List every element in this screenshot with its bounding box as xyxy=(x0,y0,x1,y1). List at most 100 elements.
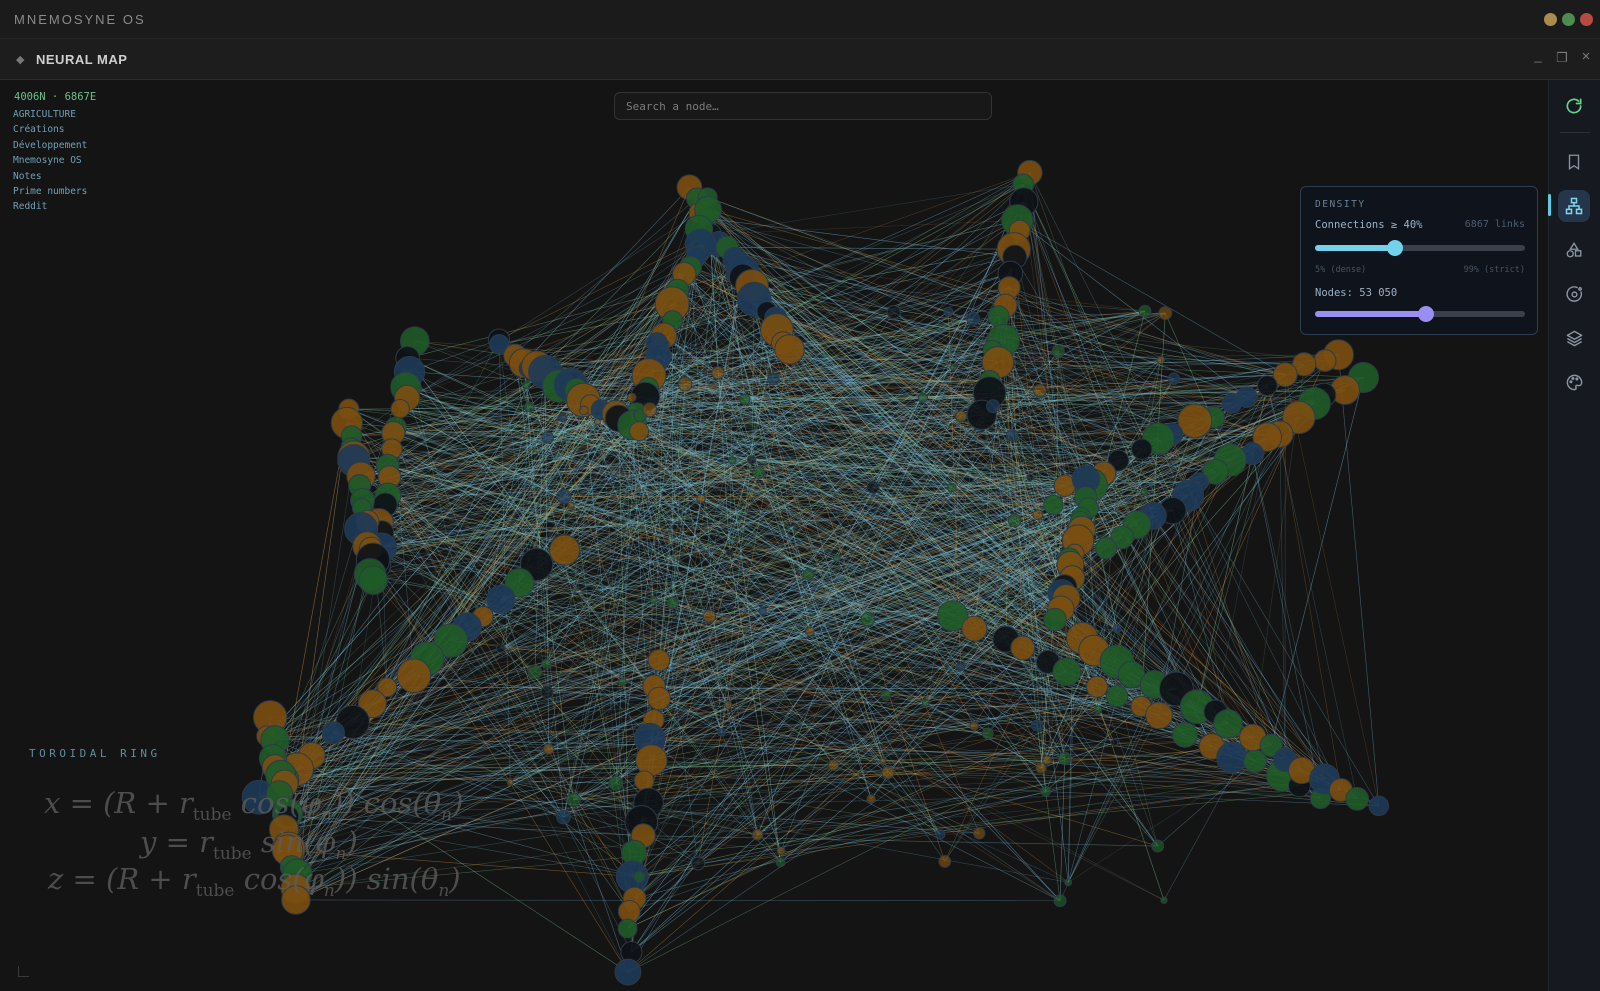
graph-node[interactable] xyxy=(660,339,670,350)
graph-node[interactable] xyxy=(614,958,642,986)
graph-node[interactable] xyxy=(541,658,552,669)
graph-node[interactable] xyxy=(626,392,637,403)
graph-node[interactable] xyxy=(955,662,966,672)
graph-node[interactable] xyxy=(633,870,646,884)
graph-node[interactable] xyxy=(1057,751,1072,766)
graph-node[interactable] xyxy=(969,721,979,731)
graph-node[interactable] xyxy=(860,612,876,627)
graph-node[interactable] xyxy=(776,846,786,856)
graph-node[interactable] xyxy=(618,677,627,687)
refresh-button[interactable] xyxy=(1558,90,1590,122)
graph-node[interactable] xyxy=(758,606,767,616)
graph-node[interactable] xyxy=(711,366,725,380)
graph-node[interactable] xyxy=(935,829,946,840)
graph-node[interactable] xyxy=(1095,537,1118,560)
graph-node[interactable] xyxy=(1040,785,1052,797)
graph-node[interactable] xyxy=(696,493,706,504)
graph-node[interactable] xyxy=(1151,839,1165,853)
window-close-button[interactable]: × xyxy=(1578,48,1594,65)
graph-node[interactable] xyxy=(987,305,1010,328)
graph-node[interactable] xyxy=(739,393,751,405)
graph-node[interactable] xyxy=(1052,657,1082,687)
network-view-button[interactable] xyxy=(1558,190,1590,222)
window-minimize-button[interactable]: _ xyxy=(1530,48,1546,63)
graph-node[interactable] xyxy=(1043,494,1064,516)
graph-node[interactable] xyxy=(1033,383,1047,398)
tag-item[interactable]: Mnemosyne OS xyxy=(13,153,87,168)
graph-node[interactable] xyxy=(1093,705,1103,714)
palette-button[interactable] xyxy=(1558,366,1590,398)
graph-node[interactable] xyxy=(579,405,589,416)
graph-node[interactable] xyxy=(557,412,568,423)
graph-node[interactable] xyxy=(540,685,554,699)
tag-item[interactable]: AGRICULTURE xyxy=(13,107,87,122)
graph-node[interactable] xyxy=(1160,896,1168,904)
graph-node[interactable] xyxy=(522,380,531,390)
graph-node[interactable] xyxy=(833,554,841,563)
graph-node[interactable] xyxy=(724,700,733,709)
graph-node[interactable] xyxy=(549,534,581,566)
graph-node[interactable] xyxy=(556,809,571,825)
graph-node[interactable] xyxy=(805,626,815,637)
graph-node[interactable] xyxy=(1051,344,1065,358)
graph-node[interactable] xyxy=(1007,513,1022,528)
graph-node[interactable] xyxy=(1112,624,1122,634)
graph-node[interactable] xyxy=(717,727,727,737)
graph-node[interactable] xyxy=(702,609,717,623)
graph-node[interactable] xyxy=(1156,355,1166,365)
graph-node[interactable] xyxy=(1368,795,1390,817)
graph-node[interactable] xyxy=(593,418,601,426)
graph-node[interactable] xyxy=(751,828,764,841)
traffic-light-maximize[interactable] xyxy=(1562,13,1575,26)
graph-node[interactable] xyxy=(774,334,805,365)
graph-node[interactable] xyxy=(1167,372,1181,385)
tag-item[interactable]: Reddit xyxy=(13,199,87,214)
graph-node[interactable] xyxy=(981,727,994,740)
graph-node[interactable] xyxy=(495,643,506,654)
graph-node[interactable] xyxy=(1313,349,1337,372)
graph-node[interactable] xyxy=(1145,701,1173,730)
graph-node[interactable] xyxy=(1131,438,1153,460)
graph-node[interactable] xyxy=(647,649,671,672)
graph-node[interactable] xyxy=(691,856,706,871)
graph-node[interactable] xyxy=(1026,473,1034,482)
graph-node[interactable] xyxy=(1105,685,1129,708)
traffic-light-close[interactable] xyxy=(1580,13,1593,26)
graph-node[interactable] xyxy=(1010,635,1036,661)
traffic-light-minimize[interactable] xyxy=(1544,13,1557,26)
graph-node[interactable] xyxy=(728,456,737,465)
graph-node[interactable] xyxy=(358,565,388,595)
graph-node[interactable] xyxy=(642,402,658,418)
graph-node[interactable] xyxy=(1053,894,1067,908)
graph-node[interactable] xyxy=(1256,375,1278,396)
tag-item[interactable]: Développement xyxy=(13,138,87,153)
graph-node[interactable] xyxy=(938,855,952,868)
graph-node[interactable] xyxy=(986,399,1000,414)
graph-node[interactable] xyxy=(961,615,988,642)
graph-node[interactable] xyxy=(649,595,658,604)
graph-node[interactable] xyxy=(1043,607,1067,632)
graph-node[interactable] xyxy=(1345,787,1369,811)
graph-node[interactable] xyxy=(677,376,693,392)
graph-node[interactable] xyxy=(321,721,345,745)
graph-node[interactable] xyxy=(1172,721,1198,748)
graph-node[interactable] xyxy=(523,401,535,413)
graph-node[interactable] xyxy=(966,311,981,326)
graph-node[interactable] xyxy=(752,466,766,479)
graph-node[interactable] xyxy=(647,686,671,711)
connections-slider-thumb[interactable] xyxy=(1386,240,1403,256)
graph-node[interactable] xyxy=(629,421,650,442)
orbit-button[interactable] xyxy=(1558,278,1590,310)
graph-node[interactable] xyxy=(617,918,638,939)
graph-node[interactable] xyxy=(827,759,840,771)
graph-node[interactable] xyxy=(917,392,929,404)
graph-node[interactable] xyxy=(802,568,815,581)
connections-slider[interactable] xyxy=(1315,240,1525,256)
window-maximize-button[interactable]: ❐ xyxy=(1554,50,1570,66)
graph-node[interactable] xyxy=(1064,878,1073,887)
graph-node[interactable] xyxy=(390,399,410,419)
graph-node[interactable] xyxy=(506,778,514,787)
graph-node[interactable] xyxy=(746,455,757,465)
graph-node[interactable] xyxy=(973,827,986,840)
tag-item[interactable]: Créations xyxy=(13,122,87,137)
